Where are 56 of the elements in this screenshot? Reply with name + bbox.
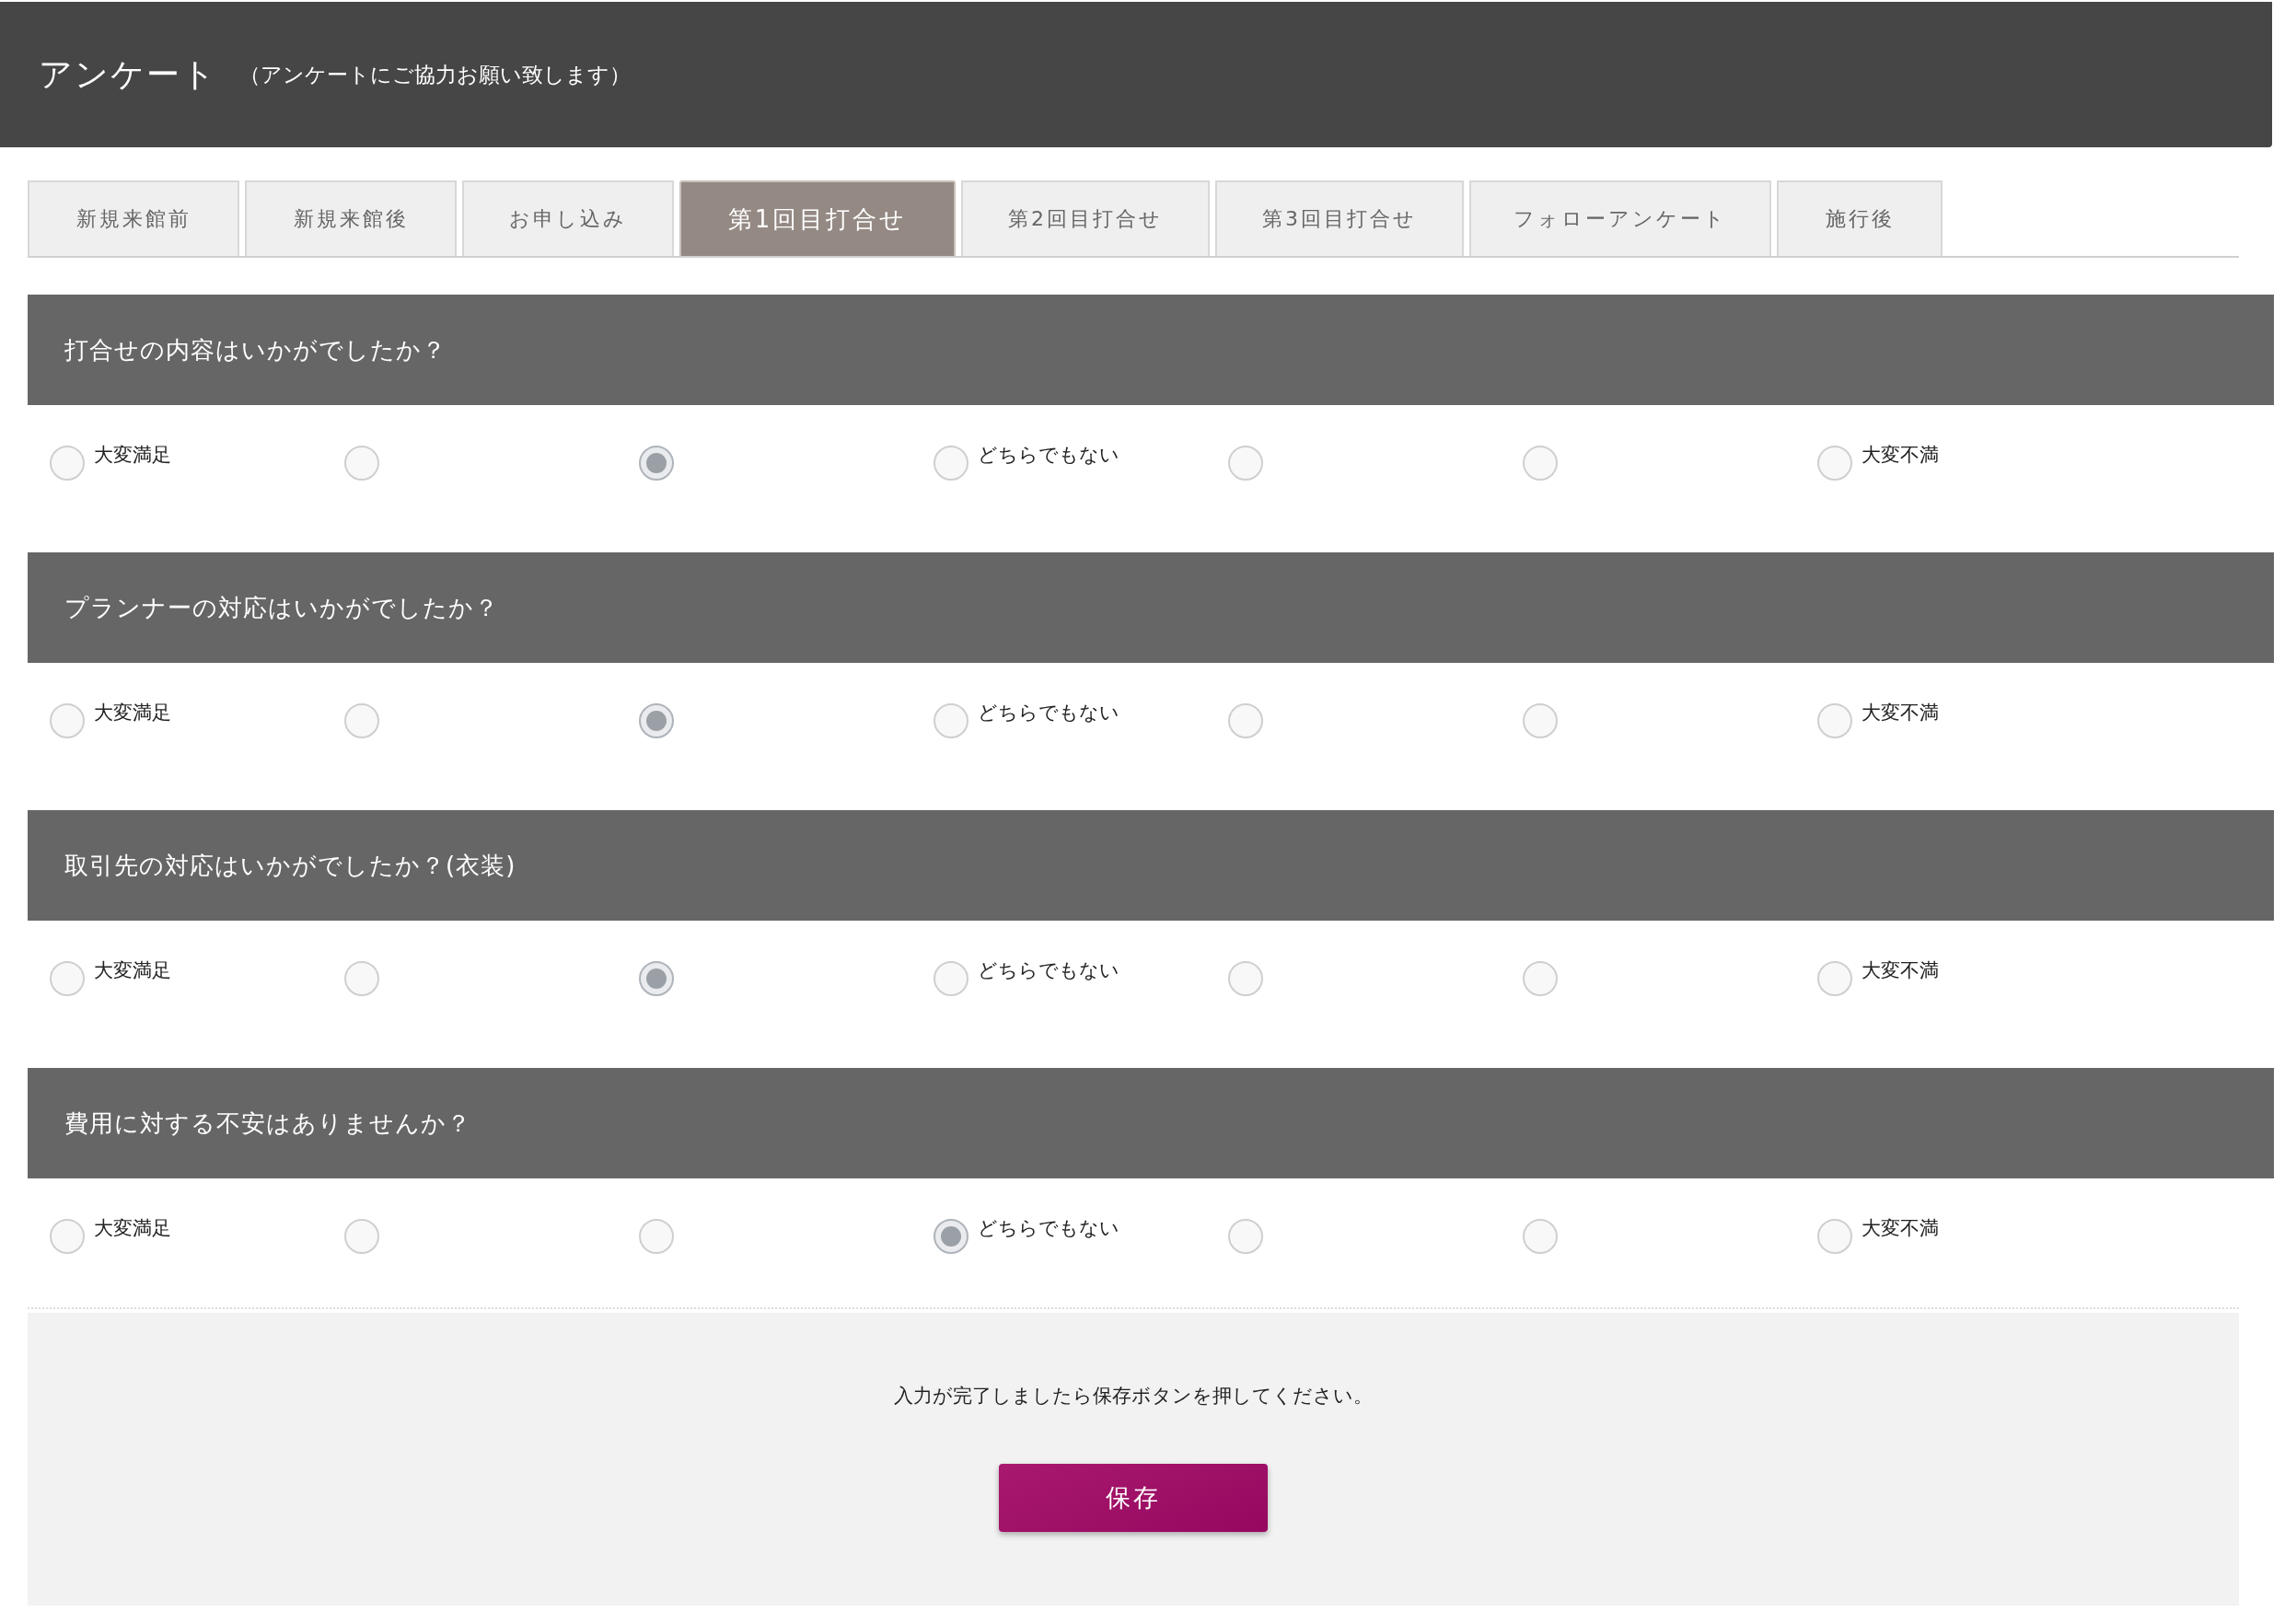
radio-button[interactable] [1817, 961, 1852, 996]
page-subtitle: （アンケートにご協力お願い致します） [239, 61, 631, 88]
question-heading: プランナーの対応はいかがでしたか？ [28, 552, 2274, 663]
option-label: 大変満足 [94, 701, 171, 725]
radio-button[interactable] [1228, 703, 1263, 738]
option-label: 大変満足 [94, 443, 171, 468]
radio-button[interactable] [1523, 961, 1558, 996]
radio-button[interactable] [344, 1219, 379, 1254]
option-label: どちらでもない [978, 958, 1119, 983]
radio-button[interactable] [1523, 446, 1558, 481]
survey-tab[interactable]: 施行後 [1777, 180, 1943, 256]
save-button[interactable]: 保存 [999, 1464, 1268, 1532]
radio-button[interactable] [934, 1219, 969, 1254]
option-label: 大変不満 [1862, 701, 1939, 725]
survey-tab[interactable]: 第3回目打合せ [1215, 180, 1464, 256]
radio-button[interactable] [639, 703, 674, 738]
radio-button[interactable] [639, 446, 674, 481]
radio-button[interactable] [50, 446, 85, 481]
radio-button[interactable] [344, 961, 379, 996]
radio-button[interactable] [1817, 446, 1852, 481]
page-title: アンケート [39, 53, 217, 95]
radio-button[interactable] [1228, 446, 1263, 481]
option-label: どちらでもない [978, 443, 1119, 468]
survey-tab[interactable]: 第2回目打合せ [961, 180, 1210, 256]
radio-button[interactable] [639, 961, 674, 996]
question-heading: 取引先の対応はいかがでしたか？(衣装) [28, 810, 2274, 921]
question-heading: 打合せの内容はいかがでしたか？ [28, 295, 2274, 405]
radio-button[interactable] [639, 1219, 674, 1254]
option-label: 大変不満 [1862, 958, 1939, 983]
option-label: 大変満足 [94, 958, 171, 983]
instruction-text: 入力が完了しましたら保存ボタンを押してください。 [894, 1384, 1373, 1409]
radio-button[interactable] [50, 1219, 85, 1254]
survey-tab[interactable]: 新規来館後 [245, 180, 457, 256]
radio-button[interactable] [1523, 703, 1558, 738]
radio-button[interactable] [344, 446, 379, 481]
option-label: どちらでもない [978, 1216, 1119, 1241]
question-heading: 費用に対する不安はありませんか？ [28, 1068, 2274, 1178]
survey-tab[interactable]: 第1回目打合せ [679, 180, 956, 256]
option-label: どちらでもない [978, 701, 1119, 725]
survey-tab[interactable]: フォローアンケート [1469, 180, 1771, 256]
radio-button[interactable] [344, 703, 379, 738]
option-label: 大変不満 [1862, 443, 1939, 468]
radio-button[interactable] [1817, 1219, 1852, 1254]
radio-button[interactable] [1817, 703, 1852, 738]
survey-tab[interactable]: お申し込み [462, 180, 674, 256]
radio-button[interactable] [50, 703, 85, 738]
option-label: 大変満足 [94, 1216, 171, 1241]
radio-button[interactable] [1228, 961, 1263, 996]
survey-tab[interactable]: 新規来館前 [28, 180, 239, 256]
radio-button[interactable] [934, 703, 969, 738]
option-label: 大変不満 [1862, 1216, 1939, 1241]
radio-button[interactable] [934, 961, 969, 996]
radio-button[interactable] [934, 446, 969, 481]
radio-button[interactable] [1228, 1219, 1263, 1254]
radio-button[interactable] [50, 961, 85, 996]
radio-button[interactable] [1523, 1219, 1558, 1254]
